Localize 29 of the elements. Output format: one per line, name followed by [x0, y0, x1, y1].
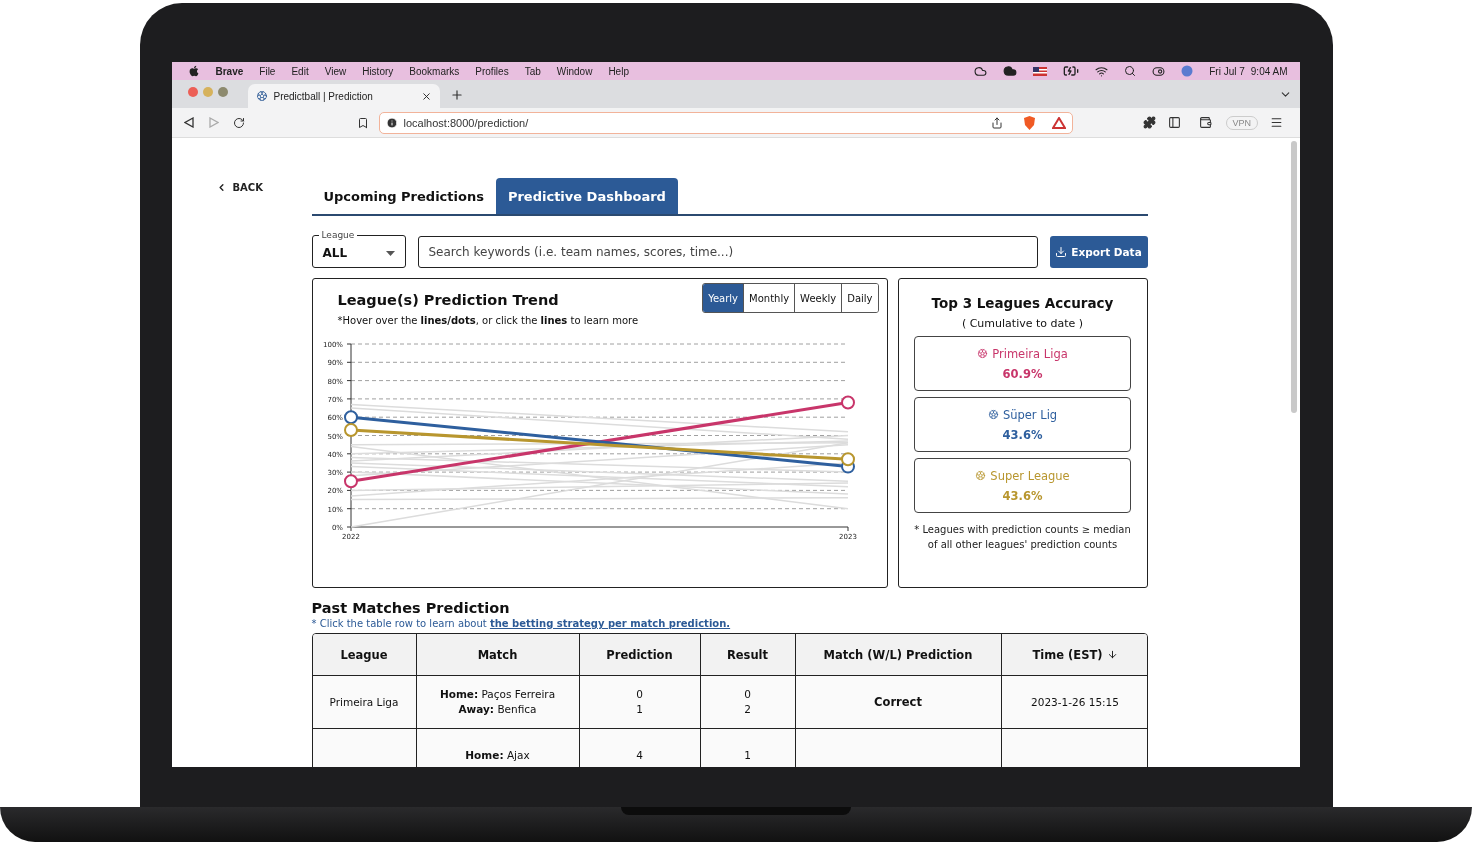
section-title: Past Matches Prediction [311, 600, 511, 616]
table-cell: 1 [700, 729, 796, 767]
league-name: Süper Lig [987, 407, 1058, 422]
accuracy-value: 60.9% [1002, 366, 1043, 381]
column-header: Prediction [579, 634, 701, 676]
column-header: League [312, 634, 417, 676]
table-cell: Correct [795, 676, 1002, 729]
table-hint: * Click the table row to learn about the betting strategy per match prediction. [311, 618, 732, 629]
footnote: * Leagues with prediction counts ≥ median of all other leagues' prediction counts [913, 523, 1132, 552]
table-cell: Home: Paços Ferreira Away: Benfica [416, 676, 580, 729]
column-header: Result [700, 634, 796, 676]
table-cell: 4 [579, 729, 701, 767]
column-header: Match [416, 634, 580, 676]
card-title: Top 3 Leagues Accuracy [931, 295, 1114, 311]
table-cell: Primeira Liga [312, 676, 417, 729]
table-cell: 2023-1-26 15:15 [1001, 676, 1147, 729]
league-name: Primeira Liga [977, 346, 1068, 361]
table-cell: Home: Ajax [416, 729, 580, 767]
card-subtitle: ( Cumulative to date ) [961, 317, 1084, 330]
column-header: Match (W/L) Prediction [795, 634, 1002, 676]
url-text: localhost:8000/prediction/ [403, 116, 530, 129]
card-title: League(s) Prediction Trend [337, 292, 559, 310]
league-name: Super League [975, 468, 1070, 483]
table-cell: 0 1 [579, 676, 701, 729]
accuracy-value: 43.6% [1002, 427, 1043, 442]
tab-title: Predictball | Prediction [273, 90, 374, 102]
chart-hint: *Hover over the lines/dots, or click the lines to learn more [336, 315, 640, 326]
accuracy-value: 43.6% [1002, 488, 1043, 503]
table-cell: 0 2 [700, 676, 796, 729]
